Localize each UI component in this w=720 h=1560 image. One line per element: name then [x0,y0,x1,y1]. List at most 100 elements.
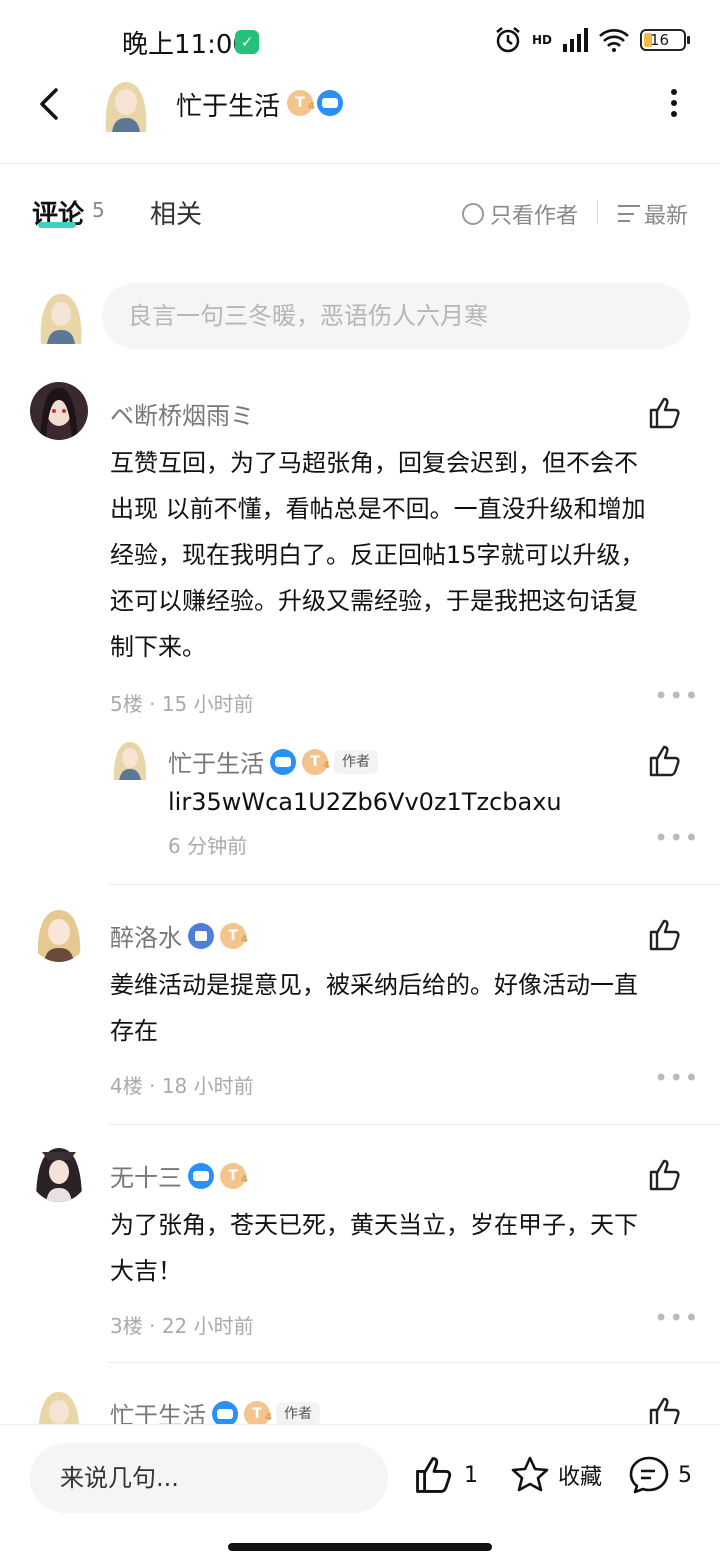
floor-number: 5楼 [110,692,143,716]
comment-meta: 3楼 · 22 小时前 [110,1310,254,1339]
more-options-icon[interactable] [668,88,680,118]
user-avatar[interactable] [30,382,88,440]
level-badge-icon: T [287,90,315,120]
comment-header: 醉洛水 T [110,918,248,953]
comments-button[interactable]: 5 [628,1455,692,1495]
like-count: 1 [464,1462,478,1488]
favorite-label: 收藏 [558,1465,603,1490]
comment-meta: 4楼 · 18 小时前 [110,1070,254,1099]
thumbs-up-icon[interactable] [648,1396,682,1424]
radio-circle-icon [462,203,484,225]
reply-time: 6 分钟前 [168,834,248,858]
thumbs-up-icon[interactable] [648,744,682,778]
network-type: HD [531,33,552,47]
level-badge-icon: T [244,1400,272,1424]
thumbs-up-icon[interactable] [648,918,682,952]
alarm-icon [496,27,520,53]
back-icon[interactable] [30,84,70,124]
comment-bubble-icon [629,1456,669,1494]
comment-text: 姜维活动是提意见，被采纳后给的。好像活动一直 存在 [110,962,690,1054]
comment-line: 制下来。 [110,633,206,661]
comment-username[interactable]: ベ断桥烟雨ミ [110,396,254,431]
comment-username[interactable]: 醉洛水 [110,918,182,953]
comment-username[interactable]: 无十三 [110,1158,182,1193]
home-indicator[interactable] [228,1543,492,1551]
comment-item: 忙于生活 T 作者 [0,1382,720,1424]
author-tag: 作者 [334,749,378,774]
user-avatar[interactable] [30,1144,88,1202]
comment-line: 姜维活动是提意见，被采纳后给的。好像活动一直 [110,971,638,999]
bottom-comment-input[interactable]: 来说几句... [30,1443,388,1513]
tab-related[interactable]: 相关 [150,194,202,231]
author-name[interactable]: 忙于生活 [176,86,280,123]
comment-line: 出现 以前不懂，看帖总是不回。一直没升级和增加 [110,495,646,523]
reply-username[interactable]: 忙于生活 [168,744,264,779]
user-avatar[interactable] [30,904,88,962]
more-dots-icon[interactable]: ••• [654,1304,699,1332]
comment-text: 互赞互回，为了马超张角，回复会迟到，但不会不 出现 以前不懂，看帖总是不回。一直… [110,440,690,670]
comment-line: 为了张角，苍天已死，黄天当立，岁在甲子，天下 [110,1211,638,1239]
more-dots-icon[interactable]: ••• [654,824,699,852]
reply-header: 忙于生活 T 作者 [168,744,378,779]
gamepad-badge-icon [212,1400,238,1424]
comment-header: 忙于生活 T 作者 [110,1396,320,1424]
comments-count: 5 [92,198,105,222]
meta-dot: · [149,1314,156,1338]
author-badges: T [287,90,343,120]
gamepad-badge-icon [317,90,343,116]
comment-meta: 5楼 · 15 小时前 [110,688,254,717]
author-avatar[interactable] [100,76,152,132]
comment-username[interactable]: 忙于生活 [110,1396,206,1424]
gamepad-badge-icon [188,1162,214,1189]
level-badge-icon: T [220,1162,248,1193]
comment-divider [108,884,720,885]
thumbs-up-icon[interactable] [648,396,682,430]
star-icon [511,1456,549,1492]
author-tag: 作者 [276,1401,320,1424]
comment-count: 5 [678,1462,692,1488]
like-badge-icon [188,922,214,949]
floor-number: 3楼 [110,1314,143,1338]
thumbs-up-icon[interactable] [648,1158,682,1192]
comment-header: 无十三 T [110,1158,248,1193]
security-shield-icon: ✓ [235,30,259,54]
comment-divider [108,1362,720,1363]
like-button[interactable]: 1 [414,1455,478,1495]
favorite-button[interactable]: 收藏 [510,1455,602,1495]
comment-input[interactable]: 良言一句三冬暖，恶语伤人六月寒 [102,283,690,349]
status-time: 晚上11:00 [122,30,249,60]
my-avatar [40,294,82,344]
comment-text: 为了张角，苍天已死，黄天当立，岁在甲子，天下 大吉！ [110,1202,690,1294]
post-header: 忙于生活 T [0,80,720,164]
only-author-label: 只看作者 [490,204,579,229]
comment-line: 经验，现在我明白了。反正回帖15字就可以升级， [110,541,645,569]
comment-time: 22 小时前 [161,1314,254,1338]
gamepad-badge-icon [270,748,296,775]
sort-icon [618,205,640,223]
more-dots-icon[interactable]: ••• [654,1064,699,1092]
thumbs-up-icon [416,1457,452,1493]
bottom-action-bar: 来说几句... 1 收藏 5 [0,1424,720,1560]
reply-text: lir35wWca1U2Zb6Vv0z1Tzcbaxu [168,788,562,816]
active-tab-indicator [38,222,76,228]
meta-dot: · [149,692,156,716]
floor-number: 4楼 [110,1074,143,1098]
comment-line: 大吉！ [110,1257,182,1285]
battery-icon: 16 [640,29,690,51]
more-dots-icon[interactable]: ••• [654,682,699,710]
only-author-toggle[interactable]: 只看作者 [462,198,578,230]
level-badge-icon: T [220,922,248,953]
user-avatar[interactable] [34,1386,84,1424]
comment-line: 存在 [110,1017,158,1045]
signal-icon [563,28,588,52]
comment-line: 还可以赚经验。升级又需经验，于是我把这句话复 [110,587,638,615]
reply-avatar[interactable] [110,738,150,780]
comment-time: 15 小时前 [161,692,254,716]
comment-line: 互赞互回，为了马超张角，回复会迟到，但不会不 [110,449,638,477]
wifi-icon [599,29,629,52]
battery-level: 16 [650,31,670,49]
meta-dot: · [149,1074,156,1098]
comment-header: ベ断桥烟雨ミ [110,396,254,431]
level-badge-icon: T [302,748,330,779]
sort-toggle[interactable]: 最新 [618,198,688,230]
